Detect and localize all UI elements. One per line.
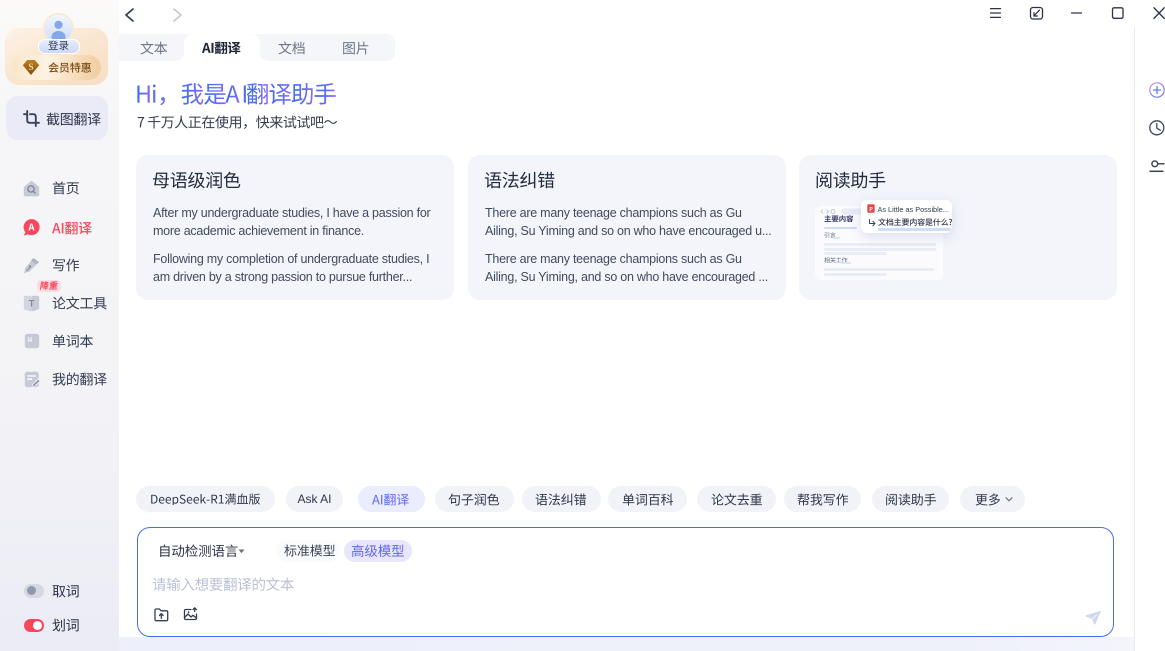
svg-text:T: T: [29, 298, 35, 308]
svg-text:S: S: [28, 63, 33, 73]
